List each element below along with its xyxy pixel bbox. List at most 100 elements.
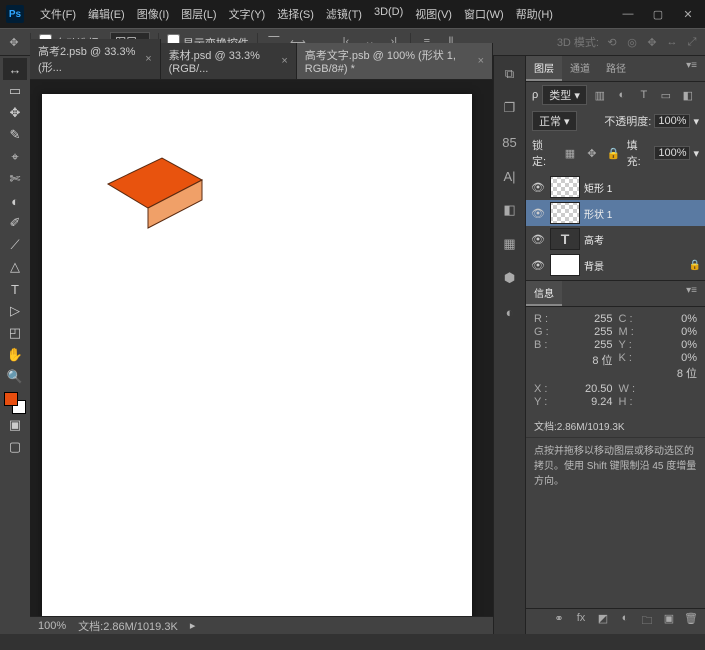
gradient-tool[interactable]: △ bbox=[3, 256, 27, 278]
status-menu-icon[interactable]: ▸ bbox=[190, 619, 196, 632]
layer-name[interactable]: 矩形 1 bbox=[584, 180, 612, 195]
visibility-icon[interactable]: 👁 bbox=[530, 181, 546, 194]
tab-paths[interactable]: 路径 bbox=[598, 56, 634, 81]
canvas[interactable] bbox=[42, 94, 472, 616]
rail-patterns-icon[interactable]: ▦ bbox=[498, 232, 522, 256]
foreground-color[interactable] bbox=[4, 392, 18, 406]
visibility-icon[interactable]: 👁 bbox=[530, 207, 546, 220]
shape-tool[interactable]: ◰ bbox=[3, 322, 27, 344]
close-tab-icon[interactable]: × bbox=[478, 55, 484, 67]
layer-row[interactable]: 👁 矩形 1 bbox=[526, 174, 705, 200]
menu-window[interactable]: 窗口(W) bbox=[460, 4, 508, 24]
3d-slide-icon[interactable]: ↔ bbox=[665, 36, 679, 48]
menu-type[interactable]: 文字(Y) bbox=[225, 4, 270, 24]
minimize-icon[interactable]: — bbox=[617, 8, 639, 21]
magic-wand-tool[interactable]: ✎ bbox=[3, 124, 27, 146]
screenmode-tool[interactable]: ▢ bbox=[3, 436, 27, 458]
menu-3d[interactable]: 3D(D) bbox=[370, 4, 407, 24]
zoom-tool[interactable]: 🔍 bbox=[3, 366, 27, 388]
orange-3d-shape[interactable] bbox=[100, 154, 210, 244]
menu-filter[interactable]: 滤镜(T) bbox=[322, 4, 366, 24]
maximize-icon[interactable]: ▢ bbox=[647, 8, 669, 21]
lock-icon: 🔒 bbox=[689, 260, 701, 271]
crop-tool[interactable]: ⌖ bbox=[3, 146, 27, 168]
new-layer-icon[interactable]: ▣ bbox=[661, 612, 677, 631]
menu-image[interactable]: 图像(I) bbox=[133, 4, 173, 24]
close-icon[interactable]: ✕ bbox=[677, 8, 699, 21]
quickmask-tool[interactable]: ▣ bbox=[3, 414, 27, 436]
3d-scale-icon[interactable]: ⤢ bbox=[685, 36, 699, 49]
menu-layer[interactable]: 图层(L) bbox=[177, 4, 220, 24]
filter-adjust-icon[interactable]: ◐ bbox=[613, 88, 631, 102]
layer-thumb[interactable] bbox=[550, 254, 580, 276]
filter-pixel-icon[interactable]: ▥ bbox=[591, 88, 609, 102]
move-tool[interactable]: ↔ bbox=[3, 58, 27, 80]
rail-properties-icon[interactable]: ❐ bbox=[498, 96, 522, 120]
filter-shape-icon[interactable]: ▭ bbox=[657, 88, 675, 102]
color-swatch[interactable] bbox=[4, 392, 26, 414]
rail-color-icon[interactable]: ◐ bbox=[498, 300, 522, 324]
close-tab-icon[interactable]: × bbox=[145, 53, 151, 65]
layer-row[interactable]: 👁 背景 🔒 bbox=[526, 252, 705, 278]
rail-char-icon[interactable]: 85 bbox=[498, 130, 522, 154]
tab-info[interactable]: 信息 bbox=[526, 281, 562, 306]
blend-mode-select[interactable]: 正常 ▾ bbox=[532, 111, 577, 131]
menu-file[interactable]: 文件(F) bbox=[36, 4, 80, 24]
canvas-viewport[interactable] bbox=[30, 80, 493, 616]
tab-layers[interactable]: 图层 bbox=[526, 56, 562, 81]
layer-row[interactable]: 👁 T 高考 bbox=[526, 226, 705, 252]
3d-pan-icon[interactable]: ✥ bbox=[645, 36, 659, 49]
panel-menu-icon[interactable]: ▾≡ bbox=[678, 56, 705, 81]
marquee-tool[interactable]: ▭ bbox=[3, 80, 27, 102]
rail-swatches-icon[interactable]: ◧ bbox=[498, 198, 522, 222]
type-tool[interactable]: T bbox=[3, 278, 27, 300]
hand-tool[interactable]: ✋ bbox=[3, 344, 27, 366]
menu-edit[interactable]: 编辑(E) bbox=[84, 4, 129, 24]
tab-channels[interactable]: 通道 bbox=[562, 56, 598, 81]
adjustment-icon[interactable]: ◐ bbox=[617, 612, 633, 631]
clone-tool[interactable]: ⟋ bbox=[3, 234, 27, 256]
visibility-icon[interactable]: 👁 bbox=[530, 233, 546, 246]
3d-orbit-icon[interactable]: ⟲ bbox=[605, 36, 619, 49]
lock-all-icon[interactable]: 🔒 bbox=[605, 146, 623, 160]
group-icon[interactable]: 🗀 bbox=[639, 612, 655, 631]
layer-name[interactable]: 高考 bbox=[584, 232, 604, 247]
menu-view[interactable]: 视图(V) bbox=[411, 4, 456, 24]
rail-paragraph-icon[interactable]: A| bbox=[498, 164, 522, 188]
workspace: ↔ ▭ ✥ ✎ ⌖ ✄ ◐ ✐ ⟋ △ T ▷ ◰ ✋ 🔍 ▣ ▢ 高考2.ps… bbox=[0, 56, 705, 634]
filter-smart-icon[interactable]: ◧ bbox=[679, 88, 697, 102]
layer-name[interactable]: 形状 1 bbox=[584, 206, 612, 221]
visibility-icon[interactable]: 👁 bbox=[530, 259, 546, 272]
lasso-tool[interactable]: ✥ bbox=[3, 102, 27, 124]
eyedropper-tool[interactable]: ✄ bbox=[3, 168, 27, 190]
path-tool[interactable]: ▷ bbox=[3, 300, 27, 322]
document-tab[interactable]: 高考2.psb @ 33.3% (形...× bbox=[30, 39, 161, 79]
close-tab-icon[interactable]: × bbox=[281, 55, 287, 67]
trash-icon[interactable]: 🗑 bbox=[683, 612, 699, 631]
layer-row-selected[interactable]: 👁 形状 1 bbox=[526, 200, 705, 226]
document-tab-active[interactable]: 高考文字.psb @ 100% (形状 1, RGB/8#) *× bbox=[297, 43, 493, 79]
rail-3d-icon[interactable]: ⬢ bbox=[498, 266, 522, 290]
layer-thumb[interactable] bbox=[550, 176, 580, 198]
link-layers-icon[interactable]: ⚭ bbox=[551, 612, 567, 631]
filter-type-select[interactable]: 类型 ▾ bbox=[542, 85, 587, 105]
healing-tool[interactable]: ◐ bbox=[3, 190, 27, 212]
document-tab[interactable]: 素材.psd @ 33.3%(RGB/...× bbox=[161, 43, 297, 79]
3d-roll-icon[interactable]: ◎ bbox=[625, 36, 639, 49]
zoom-level[interactable]: 100% bbox=[38, 620, 66, 632]
lock-pixels-icon[interactable]: ▦ bbox=[561, 146, 579, 160]
brush-tool[interactable]: ✐ bbox=[3, 212, 27, 234]
layer-thumb[interactable]: T bbox=[550, 228, 580, 250]
menu-help[interactable]: 帮助(H) bbox=[512, 4, 557, 24]
mask-icon[interactable]: ◩ bbox=[595, 612, 611, 631]
layer-thumb[interactable] bbox=[550, 202, 580, 224]
panel-menu-icon[interactable]: ▾≡ bbox=[678, 281, 705, 306]
rail-history-icon[interactable]: ⧉ bbox=[498, 62, 522, 86]
fx-icon[interactable]: fx bbox=[573, 612, 589, 631]
menu-select[interactable]: 选择(S) bbox=[273, 4, 318, 24]
opacity-value[interactable]: 100% bbox=[654, 114, 690, 128]
fill-value[interactable]: 100% bbox=[654, 146, 690, 160]
layer-name[interactable]: 背景 bbox=[584, 258, 604, 273]
lock-position-icon[interactable]: ✥ bbox=[583, 146, 601, 160]
filter-type-icon[interactable]: T bbox=[635, 88, 653, 102]
